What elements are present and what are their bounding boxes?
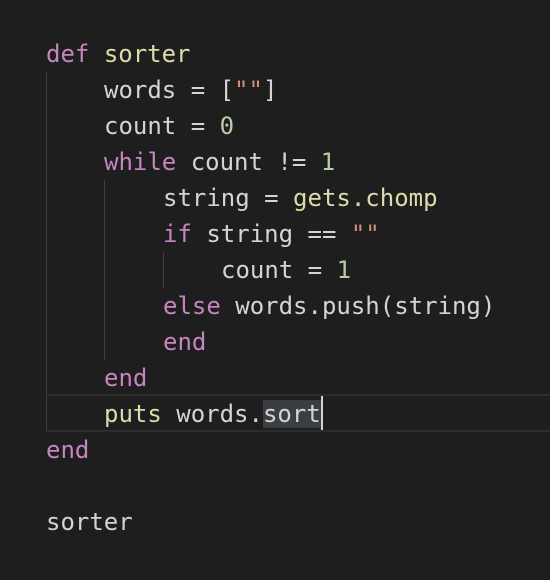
line-code: string = gets.chomp (163, 180, 438, 216)
line-code: end (163, 324, 206, 360)
keyword-token: def (46, 40, 90, 68)
selected-text: sort (262, 400, 321, 428)
code-token: words = [ (104, 76, 235, 104)
code-line[interactable]: sorter (0, 504, 550, 540)
keyword-token: while (104, 148, 177, 176)
code-token: count != (176, 148, 321, 176)
code-line[interactable]: def sorter (0, 36, 550, 72)
code-line[interactable]: if string == "" (0, 216, 550, 252)
code-line[interactable] (0, 468, 550, 504)
number-token: 1 (336, 256, 352, 284)
code-line[interactable]: puts words.sort (0, 396, 550, 432)
number-token: 0 (219, 112, 235, 140)
code-token: string == (191, 220, 351, 248)
line-code: count = 1 (221, 252, 351, 288)
code-editor[interactable]: def sorter words = [""] count = 0 while … (0, 0, 550, 580)
line-code: end (104, 360, 147, 396)
string-token: "" (350, 220, 380, 248)
code-line[interactable]: count = 1 (0, 252, 550, 288)
keyword-token: end (46, 436, 90, 464)
function-token: gets.chomp (293, 184, 438, 212)
code-line[interactable]: end (0, 324, 550, 360)
code-token: sorter (46, 508, 133, 536)
code-line[interactable]: while count != 1 (0, 144, 550, 180)
code-token: string = (163, 184, 294, 212)
line-code: words = [""] (104, 72, 277, 108)
line-code: sorter (46, 504, 133, 540)
number-token: 1 (320, 148, 336, 176)
line-code: if string == "" (163, 216, 380, 252)
line-code: count = 0 (104, 108, 234, 144)
function-token: puts (104, 400, 162, 428)
line-code: def sorter (46, 36, 191, 72)
code-line[interactable]: string = gets.chomp (0, 180, 550, 216)
string-token: "" (234, 76, 263, 104)
line-code: end (46, 432, 89, 468)
line-code: puts words.sort (104, 396, 321, 432)
keyword-token: end (104, 364, 148, 392)
keyword-token: else (163, 292, 221, 320)
line-code: while count != 1 (104, 144, 335, 180)
code-token: words.push(string) (220, 292, 496, 320)
function-token: sorter (103, 40, 191, 68)
code-token: count = (221, 256, 337, 284)
code-token: words. (161, 400, 263, 428)
code-line[interactable]: count = 0 (0, 108, 550, 144)
code-token: count = (104, 112, 220, 140)
keyword-token: end (163, 328, 207, 356)
code-token: ] (262, 76, 278, 104)
line-code: else words.push(string) (163, 288, 495, 324)
code-line[interactable]: end (0, 360, 550, 396)
code-line[interactable]: else words.push(string) (0, 288, 550, 324)
code-line[interactable]: words = [""] (0, 72, 550, 108)
code-line[interactable]: end (0, 432, 550, 468)
keyword-token: if (163, 220, 192, 248)
text-cursor (321, 396, 323, 430)
